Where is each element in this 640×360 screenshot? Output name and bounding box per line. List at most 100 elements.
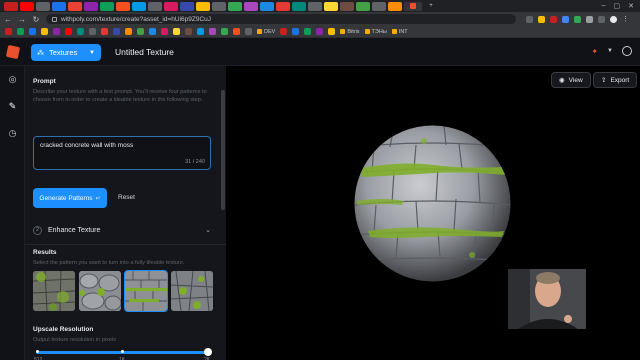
generate-patterns-button[interactable]: Generate Patterns ↵ — [33, 188, 107, 208]
tab-icon[interactable] — [36, 1, 50, 11]
tab-icon[interactable] — [276, 1, 290, 11]
tab-icon[interactable] — [132, 1, 146, 11]
tab-icon[interactable] — [100, 1, 114, 11]
bookmark-icon[interactable] — [89, 28, 96, 35]
bookmark-icon[interactable] — [149, 28, 156, 35]
extension-icon[interactable] — [550, 15, 557, 23]
bookmark-icon[interactable] — [29, 28, 36, 35]
tab-icon[interactable] — [84, 1, 98, 11]
enhance-texture-section[interactable]: 2 Enhance Texture ⌄ — [33, 223, 211, 237]
bookmark-icon[interactable] — [41, 28, 48, 35]
tab-icon[interactable] — [228, 1, 242, 11]
pattern-thumbnail-4[interactable] — [171, 271, 213, 311]
bookmark-folder[interactable]: Bitrix — [340, 29, 360, 35]
tab-icon[interactable] — [212, 1, 226, 11]
tab-gmail-icon[interactable] — [4, 1, 18, 11]
tab-icon[interactable] — [372, 1, 386, 11]
extensions-area: ⋮ — [526, 15, 629, 23]
view-button[interactable]: ◉ View — [551, 72, 591, 88]
sidepanel-icon[interactable] — [598, 15, 605, 23]
tab-icon[interactable] — [68, 1, 82, 11]
upscale-resolution-slider[interactable] — [36, 348, 212, 356]
bookmark-icon[interactable] — [5, 28, 12, 35]
bookmark-icon[interactable] — [304, 28, 312, 35]
reset-button[interactable]: Reset — [118, 194, 135, 201]
pattern-thumbnail-3-selected[interactable] — [124, 270, 168, 312]
brush-icon[interactable]: ✎ — [7, 101, 18, 112]
reload-icon[interactable]: ↻ — [32, 15, 40, 24]
3d-preview-viewport[interactable]: ◉ View ⇪ Export — [226, 66, 640, 360]
extension-icon[interactable] — [574, 15, 581, 23]
bookmark-icon[interactable] — [221, 28, 228, 35]
back-icon[interactable]: ← — [4, 15, 12, 24]
bookmark-icon[interactable] — [292, 28, 300, 35]
bookmark-folder[interactable]: DEV — [257, 29, 275, 35]
bookmark-folder[interactable]: ТЭНы — [364, 29, 387, 35]
bookmark-icon[interactable] — [101, 28, 108, 35]
bookmark-icon[interactable] — [125, 28, 132, 35]
extension-icon[interactable] — [562, 15, 569, 23]
tab-youtube-icon[interactable] — [20, 1, 34, 11]
bookmark-icon[interactable] — [245, 28, 252, 35]
tab-icon[interactable] — [340, 1, 354, 11]
webcam-overlay — [508, 269, 586, 329]
pattern-thumbnail-2[interactable] — [79, 271, 121, 311]
bookmark-icon[interactable] — [316, 28, 324, 35]
tab-icon[interactable] — [116, 1, 130, 11]
forward-icon[interactable]: → — [18, 15, 26, 24]
tab-icon[interactable] — [52, 1, 66, 11]
poly-logo-icon[interactable] — [5, 44, 21, 59]
mode-dropdown-button[interactable]: ⁂ Textures ▼ — [31, 44, 101, 61]
bookmark-icon[interactable] — [65, 28, 72, 35]
bookmark-icon[interactable] — [197, 28, 204, 35]
new-tab-plus-icon[interactable]: + — [424, 2, 438, 11]
prompt-textarea[interactable]: cracked concrete wall with moss 31 / 240 — [33, 136, 211, 170]
bookmark-star-icon[interactable] — [538, 15, 545, 23]
panel-scrollbar[interactable] — [221, 90, 225, 210]
bookmark-icon[interactable] — [137, 28, 144, 35]
tab-icon[interactable] — [260, 1, 274, 11]
bookmark-folder[interactable]: INT — [391, 29, 408, 35]
texture-preview-sphere[interactable] — [354, 125, 511, 282]
share-icon[interactable] — [526, 15, 533, 23]
menu-kebab-icon[interactable]: ⋮ — [622, 16, 629, 23]
tab-icon[interactable] — [244, 1, 258, 11]
pattern-thumbnail-1[interactable] — [33, 271, 75, 311]
tab-icon[interactable] — [324, 1, 338, 11]
bookmark-icon[interactable] — [77, 28, 84, 35]
maximize-icon[interactable]: ▢ — [614, 2, 621, 10]
address-bar[interactable]: withpoly.com/texture/create?asset_id=hUi… — [46, 14, 516, 24]
bookmark-icon[interactable] — [161, 28, 168, 35]
bookmark-icon[interactable] — [233, 28, 240, 35]
chevron-down-icon[interactable]: ▼ — [607, 48, 613, 54]
bookmark-icon[interactable] — [17, 28, 24, 35]
slider-handle[interactable] — [204, 348, 212, 356]
profile-avatar[interactable] — [610, 15, 617, 23]
bookmark-icon[interactable] — [53, 28, 60, 35]
tab-icon[interactable] — [164, 1, 178, 11]
bookmark-icon[interactable] — [185, 28, 192, 35]
folder-icon — [257, 29, 262, 34]
account-icon[interactable] — [622, 46, 632, 56]
bookmark-icon[interactable] — [328, 28, 336, 35]
tab-icon[interactable] — [148, 1, 162, 11]
bookmark-icon[interactable] — [209, 28, 216, 35]
texture-title[interactable]: Untitled Texture — [115, 47, 174, 57]
minimize-icon[interactable]: – — [602, 2, 606, 10]
tab-icon[interactable] — [308, 1, 322, 11]
puzzle-icon[interactable] — [586, 15, 593, 23]
sparkle-icon[interactable]: ✦ — [591, 47, 598, 56]
close-icon[interactable]: ✕ — [628, 2, 634, 10]
explore-icon[interactable]: ◎ — [7, 74, 18, 85]
tab-icon[interactable] — [180, 1, 194, 11]
bookmark-icon[interactable] — [113, 28, 120, 35]
history-clock-icon[interactable]: ◷ — [7, 128, 18, 139]
tab-icon[interactable] — [356, 1, 370, 11]
tab-icon[interactable] — [388, 1, 402, 11]
bookmark-icon[interactable] — [280, 28, 288, 35]
export-button[interactable]: ⇪ Export — [593, 72, 638, 88]
bookmark-icon[interactable] — [173, 28, 180, 35]
tab-icon[interactable] — [196, 1, 210, 11]
tab-icon[interactable] — [292, 1, 306, 11]
tab-active[interactable] — [404, 1, 422, 11]
